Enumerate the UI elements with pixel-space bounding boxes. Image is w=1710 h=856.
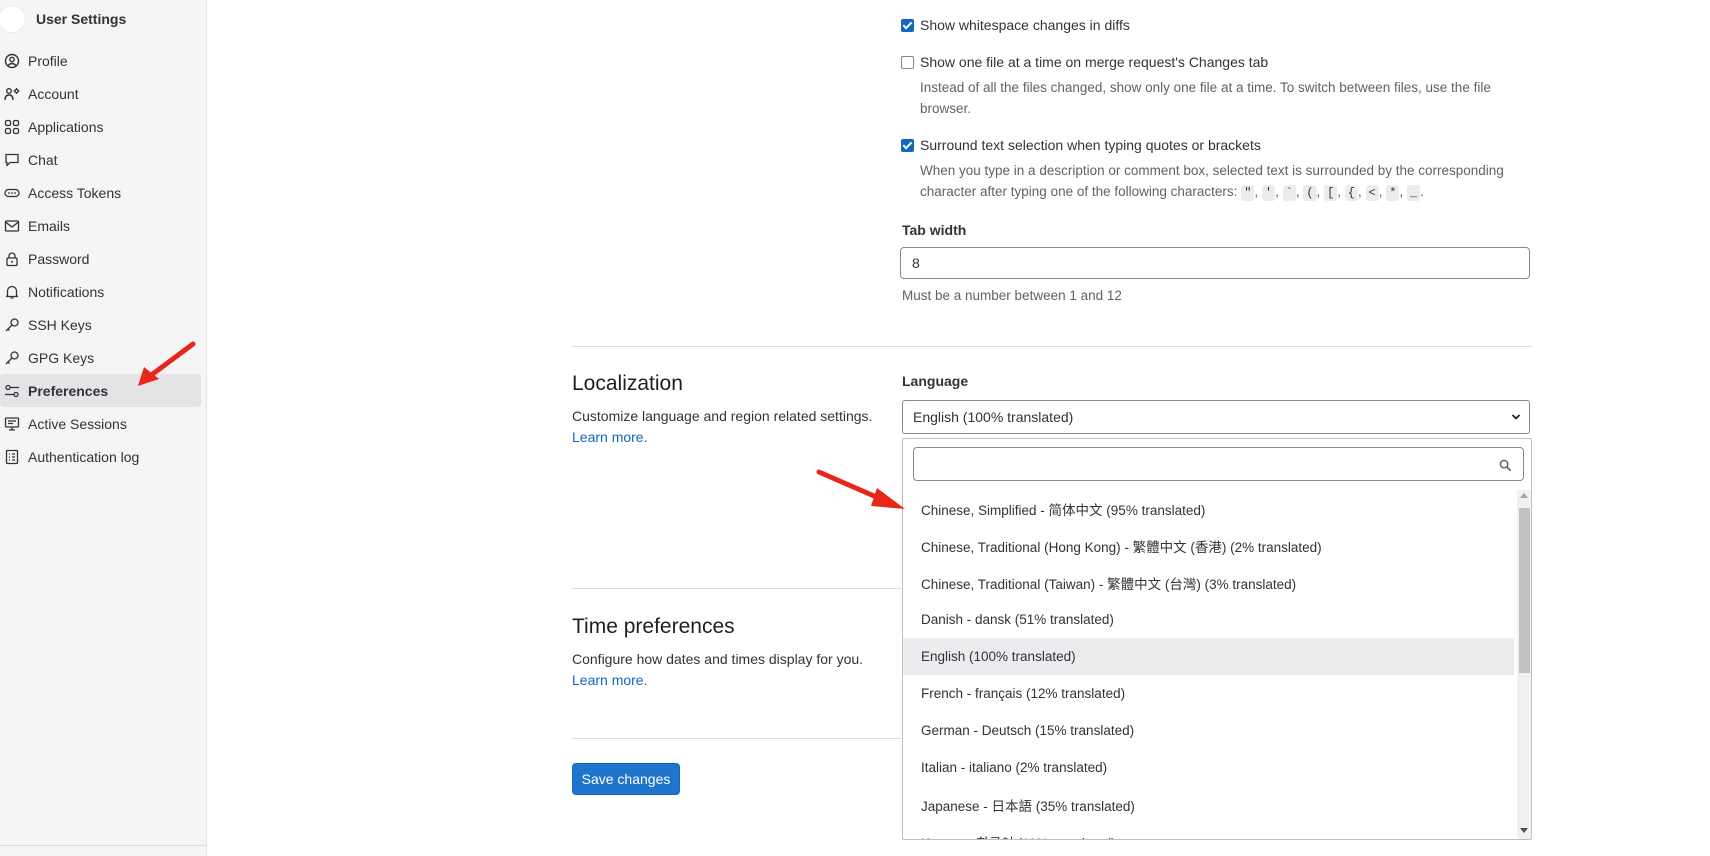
sidebar-item-emails[interactable]: Emails: [0, 209, 201, 242]
sidebar-item-access-tokens[interactable]: Access Tokens: [0, 176, 201, 209]
language-dropdown: Chinese, Simplified - 简体中文 (95% translat…: [902, 438, 1532, 840]
sidebar-item-label: Emails: [28, 217, 71, 234]
sidebar-item-authentication-log[interactable]: Authentication log: [0, 440, 201, 473]
log-icon: [5, 449, 19, 464]
sidebar-item-label: Active Sessions: [28, 415, 127, 432]
search-icon: [1499, 459, 1512, 472]
surround-checkbox-label[interactable]: Surround text selection when typing quot…: [920, 137, 1261, 153]
surround-char: {: [1344, 185, 1358, 201]
sidebar-footer-divider: [0, 845, 207, 846]
surround-char: (: [1303, 185, 1317, 201]
avatar[interactable]: [0, 5, 26, 33]
language-option[interactable]: Chinese, Traditional (Taiwan) - 繁體中文 (台灣…: [903, 564, 1514, 601]
account-icon: [4, 87, 20, 100]
surround-char: ': [1261, 185, 1276, 201]
profile-icon: [4, 53, 20, 68]
surround-char: <: [1365, 185, 1379, 201]
one-file-checkbox[interactable]: [901, 56, 914, 69]
localization-description: Customize language and region related se…: [572, 408, 873, 424]
sidebar-item-applications[interactable]: Applications: [0, 110, 201, 143]
language-label: Language: [902, 373, 969, 389]
bell-icon: [5, 285, 19, 299]
sidebar-item-notifications[interactable]: Notifications: [0, 275, 201, 308]
sidebar-item-label: Account: [28, 85, 79, 102]
sidebar-header: User Settings: [0, 0, 207, 38]
localization-learn-more-link[interactable]: Learn more.: [572, 429, 647, 445]
lock-icon: [6, 251, 18, 266]
sidebar-item-chat[interactable]: Chat: [0, 143, 201, 176]
dropdown-scrollbar-thumb[interactable]: [1519, 508, 1530, 673]
one-file-checkbox-label[interactable]: Show one file at a time on merge request…: [920, 54, 1268, 70]
language-option[interactable]: Danish - dansk (51% translated): [903, 601, 1514, 638]
sidebar-item-label: Applications: [28, 118, 104, 135]
token-icon: [4, 188, 20, 197]
section-divider: [572, 588, 902, 589]
section-divider: [572, 738, 902, 739]
key-icon: [5, 317, 19, 331]
language-option[interactable]: Korean - 한국어 (11% translated): [903, 823, 1514, 840]
preferences-icon: [5, 384, 19, 397]
language-option[interactable]: German - Deutsch (15% translated): [903, 712, 1514, 749]
sidebar-item-label: Password: [28, 250, 90, 267]
surround-char: _: [1406, 185, 1421, 201]
key-icon: [5, 350, 19, 364]
sidebar-nav: Profile Account Applications Chat Access…: [0, 44, 207, 473]
save-changes-button[interactable]: Save changes: [572, 763, 680, 795]
time-preferences-title: Time preferences: [572, 615, 735, 638]
sidebar-item-password[interactable]: Password: [0, 242, 201, 275]
sidebar-item-label: Authentication log: [28, 448, 140, 465]
sidebar: User Settings Profile Account Applicatio…: [0, 0, 207, 856]
sidebar-item-label: Profile: [28, 52, 68, 69]
language-option[interactable]: French - français (12% translated): [903, 675, 1514, 712]
surround-checkbox[interactable]: [901, 139, 914, 152]
tab-width-help-text: Must be a number between 1 and 12: [902, 288, 1122, 303]
annotation-arrow-icon: [138, 341, 196, 386]
scroll-down-arrow-icon[interactable]: [1520, 828, 1528, 833]
chevron-down-icon: [1511, 414, 1521, 420]
sidebar-item-label: Chat: [28, 151, 58, 168]
time-preferences-learn-more-link[interactable]: Learn more.: [572, 672, 647, 688]
language-option[interactable]: Chinese, Simplified - 简体中文 (95% translat…: [903, 490, 1514, 527]
sidebar-title: User Settings: [36, 11, 127, 27]
sidebar-item-profile[interactable]: Profile: [0, 44, 201, 77]
surround-char: ": [1241, 185, 1255, 201]
scroll-up-arrow-icon[interactable]: [1520, 493, 1528, 498]
surround-help-text: When you type in a description or commen…: [920, 163, 1504, 201]
one-file-help-text: Instead of all the files changed, show o…: [920, 80, 1491, 116]
language-option[interactable]: Italian - italiano (2% translated): [903, 749, 1514, 786]
monitor-icon: [4, 416, 20, 431]
language-option[interactable]: Japanese - 日本語 (35% translated): [903, 786, 1514, 823]
surround-char: [: [1324, 185, 1338, 201]
surround-char: *: [1386, 185, 1400, 201]
section-divider: [572, 346, 1532, 347]
applications-icon: [4, 119, 20, 134]
sidebar-item-ssh-keys[interactable]: SSH Keys: [0, 308, 201, 341]
language-select-value: English (100% translated): [913, 409, 1074, 425]
localization-title: Localization: [572, 372, 683, 395]
mail-icon: [4, 219, 20, 232]
sidebar-item-account[interactable]: Account: [0, 77, 201, 110]
tab-width-label: Tab width: [902, 222, 967, 238]
sidebar-item-label: Access Tokens: [28, 184, 122, 201]
whitespace-checkbox[interactable]: [901, 19, 914, 32]
language-select[interactable]: English (100% translated): [902, 400, 1530, 434]
sidebar-item-active-sessions[interactable]: Active Sessions: [0, 407, 201, 440]
language-option-selected[interactable]: English (100% translated): [903, 638, 1514, 675]
whitespace-checkbox-label[interactable]: Show whitespace changes in diffs: [920, 17, 1130, 33]
surround-char: `: [1282, 185, 1296, 201]
sidebar-item-label: Notifications: [28, 283, 105, 300]
chat-icon: [5, 153, 19, 166]
tab-width-input[interactable]: [900, 247, 1530, 279]
time-preferences-description: Configure how dates and times display fo…: [572, 651, 864, 667]
sidebar-item-label: GPG Keys: [28, 349, 95, 366]
sidebar-item-label: Preferences: [28, 382, 109, 399]
language-search-input[interactable]: [913, 447, 1524, 481]
annotation-arrow-icon: [816, 469, 905, 509]
sidebar-item-label: SSH Keys: [28, 316, 92, 333]
language-option[interactable]: Chinese, Traditional (Hong Kong) - 繁體中文 …: [903, 527, 1514, 564]
